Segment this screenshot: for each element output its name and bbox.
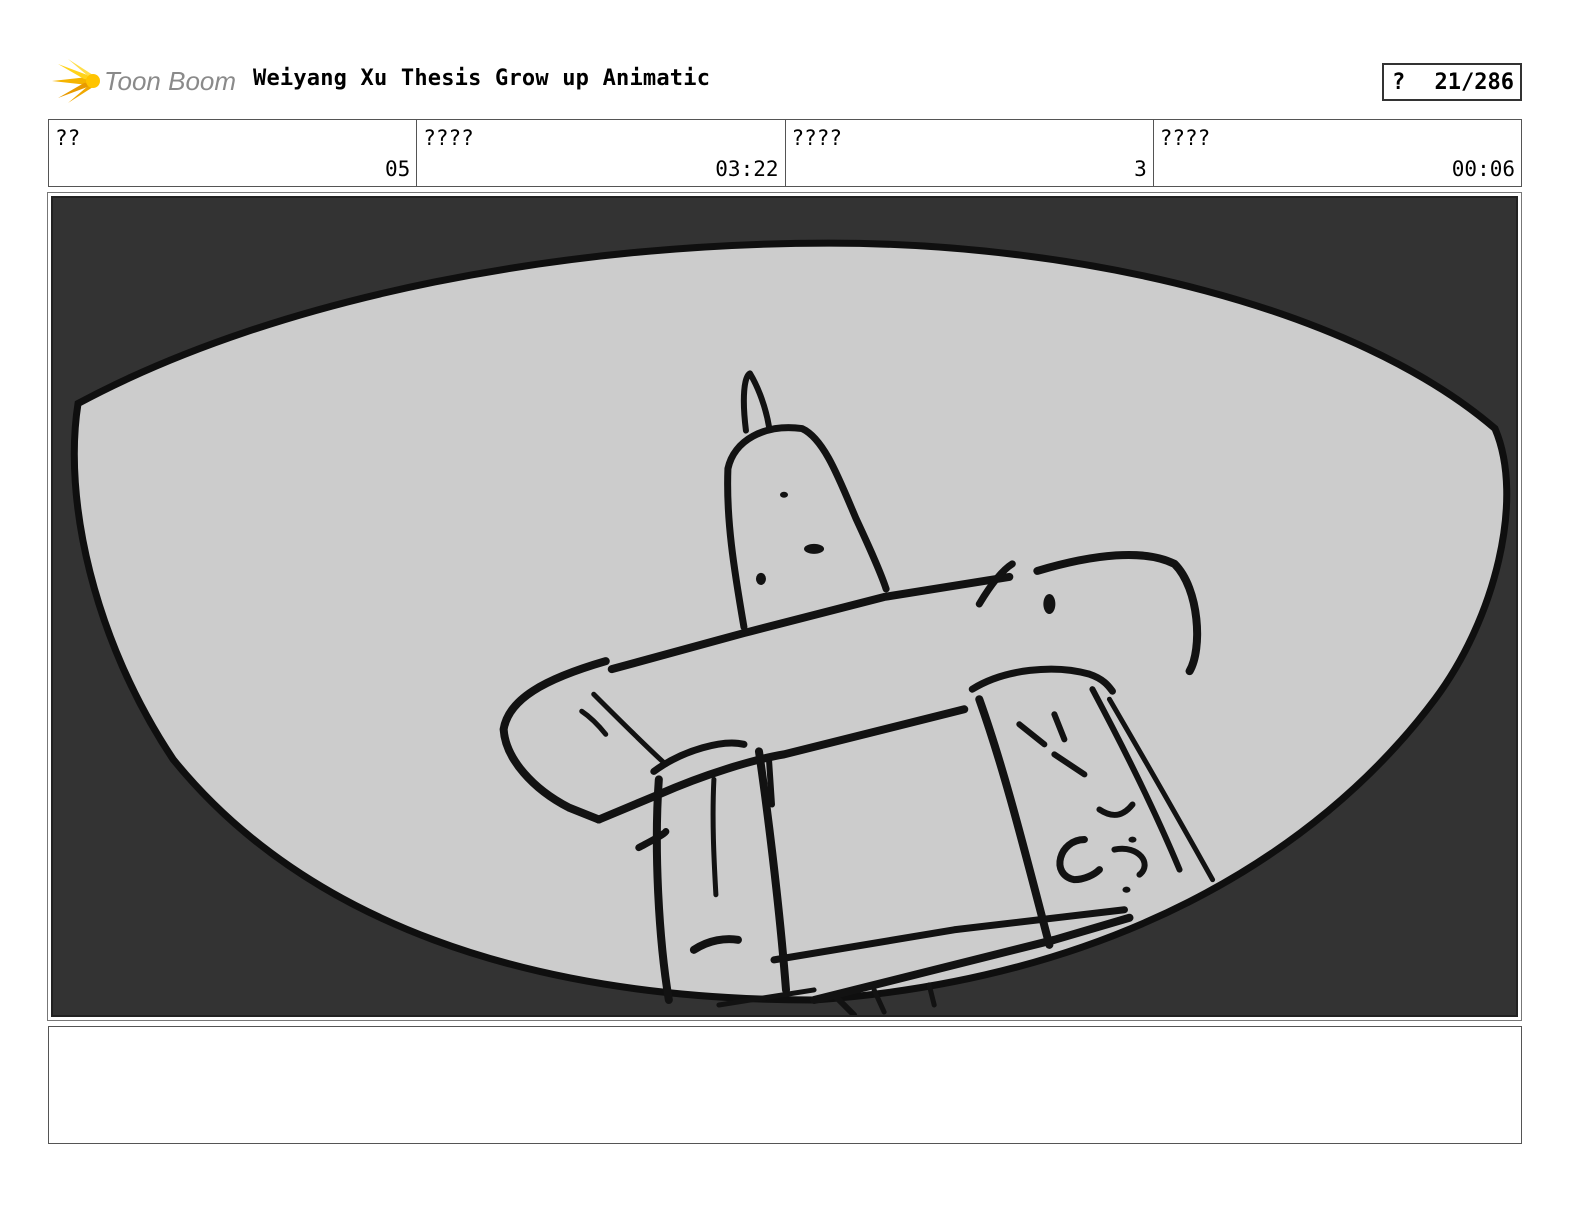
storyboard-panel-frame bbox=[47, 192, 1522, 1021]
info-cell-timecode: ???? 03:22 bbox=[417, 120, 786, 186]
info-label: ???? bbox=[791, 126, 843, 150]
logo-text: Toon Boom bbox=[104, 66, 236, 96]
info-label: ?? bbox=[55, 126, 81, 150]
info-cell-scene: ?? 05 bbox=[49, 120, 418, 186]
panel-info-row: ?? 05 ???? 03:22 ???? 3 ???? 00:06 bbox=[48, 119, 1522, 187]
toon-boom-logo: Toon Boom bbox=[48, 58, 238, 104]
panel-notes-box bbox=[48, 1026, 1522, 1144]
page-marker: ? bbox=[1392, 69, 1406, 95]
info-value: 05 bbox=[384, 157, 411, 181]
info-cell-panel: ???? 3 bbox=[786, 120, 1154, 186]
page-indicator: ? 21/286 bbox=[1382, 63, 1522, 101]
logo-burst-icon bbox=[52, 59, 100, 103]
info-label: ???? bbox=[1159, 126, 1211, 150]
info-value: 3 bbox=[1134, 157, 1147, 181]
storyboard-title: Weiyang Xu Thesis Grow up Animatic bbox=[253, 66, 711, 91]
storyboard-panel-image bbox=[51, 196, 1518, 1017]
storyboard-header: Toon Boom Weiyang Xu Thesis Grow up Anim… bbox=[48, 58, 1522, 104]
info-value: 03:22 bbox=[715, 157, 779, 181]
info-value: 00:06 bbox=[1451, 157, 1515, 181]
info-cell-duration: ???? 00:06 bbox=[1154, 120, 1521, 186]
info-label: ???? bbox=[423, 126, 474, 150]
page-counter: 21/286 bbox=[1434, 69, 1514, 95]
